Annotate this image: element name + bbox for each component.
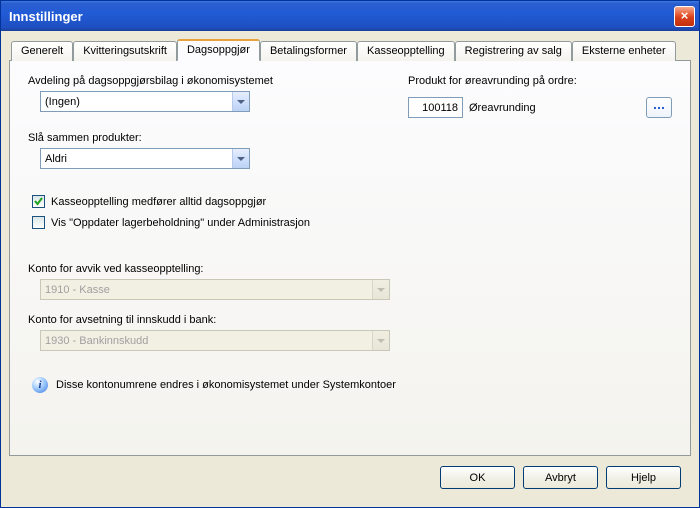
merge-label: Slå sammen produkter: — [28, 132, 672, 144]
tab-dagsoppgjor[interactable]: Dagsoppgjør — [177, 39, 260, 61]
tab-generelt[interactable]: Generelt — [11, 41, 73, 61]
tab-kasseopptelling[interactable]: Kasseopptelling — [357, 41, 455, 61]
dept-select-button[interactable] — [232, 92, 249, 111]
tab-registrering-av-salg[interactable]: Registrering av salg — [455, 41, 572, 61]
merge-select[interactable]: Aldri — [40, 148, 250, 169]
help-button[interactable]: Hjelp — [606, 466, 681, 489]
product-name: Øreavrunding — [469, 102, 536, 114]
button-bar: OK Avbryt Hjelp — [9, 456, 691, 499]
settings-dialog: Innstillinger × Generelt Kvitteringsutsk… — [0, 0, 700, 508]
cancel-button[interactable]: Avbryt — [523, 466, 598, 489]
updatestock-label: Vis "Oppdater lagerbeholdning" under Adm… — [51, 217, 310, 229]
dept-select[interactable]: (Ingen) — [40, 91, 250, 112]
window-title: Innstillinger — [9, 9, 674, 24]
tab-page-dagsoppgjor: Avdeling på dagsoppgjørsbilag i økonomis… — [9, 60, 691, 456]
dept-select-value: (Ingen) — [45, 96, 80, 108]
tab-kvitteringsutskrift[interactable]: Kvitteringsutskrift — [73, 41, 177, 61]
deviation-account-select: 1910 - Kasse — [40, 279, 390, 300]
tab-strip: Generelt Kvitteringsutskrift Dagsoppgjør… — [9, 39, 691, 61]
tab-eksterne-enheter[interactable]: Eksterne enheter — [572, 41, 676, 61]
deposit-account-select: 1930 - Bankinnskudd — [40, 330, 390, 351]
cashcount-checkbox[interactable] — [32, 195, 45, 208]
check-icon — [33, 196, 44, 207]
chevron-down-icon — [377, 339, 385, 343]
product-browse-button[interactable] — [646, 97, 672, 118]
merge-select-value: Aldri — [45, 153, 67, 165]
deviation-account-value: 1910 - Kasse — [45, 284, 110, 296]
dept-label: Avdeling på dagsoppgjørsbilag i økonomis… — [28, 75, 408, 87]
product-label: Produkt for øreavrunding på ordre: — [408, 75, 577, 87]
ellipsis-icon — [654, 107, 664, 109]
deposit-account-value: 1930 - Bankinnskudd — [45, 335, 148, 347]
info-text: Disse kontonumrene endres i økonomisyste… — [56, 379, 396, 391]
dialog-body: Generelt Kvitteringsutskrift Dagsoppgjør… — [1, 31, 699, 507]
close-button[interactable]: × — [674, 6, 695, 27]
cashcount-label: Kasseopptelling medfører alltid dagsoppg… — [51, 196, 266, 208]
deposit-account-button — [372, 331, 389, 350]
deposit-account-label: Konto for avsetning til innskudd i bank: — [28, 314, 672, 326]
tab-betalingsformer[interactable]: Betalingsformer — [260, 41, 357, 61]
ok-button[interactable]: OK — [440, 466, 515, 489]
chevron-down-icon — [377, 288, 385, 292]
updatestock-checkbox[interactable] — [32, 216, 45, 229]
titlebar: Innstillinger × — [1, 1, 699, 31]
chevron-down-icon — [237, 157, 245, 161]
chevron-down-icon — [237, 100, 245, 104]
product-code-input[interactable] — [408, 97, 463, 118]
close-icon: × — [681, 8, 689, 23]
merge-select-button[interactable] — [232, 149, 249, 168]
deviation-account-button — [372, 280, 389, 299]
deviation-account-label: Konto for avvik ved kasseopptelling: — [28, 263, 672, 275]
info-icon: i — [32, 377, 48, 393]
